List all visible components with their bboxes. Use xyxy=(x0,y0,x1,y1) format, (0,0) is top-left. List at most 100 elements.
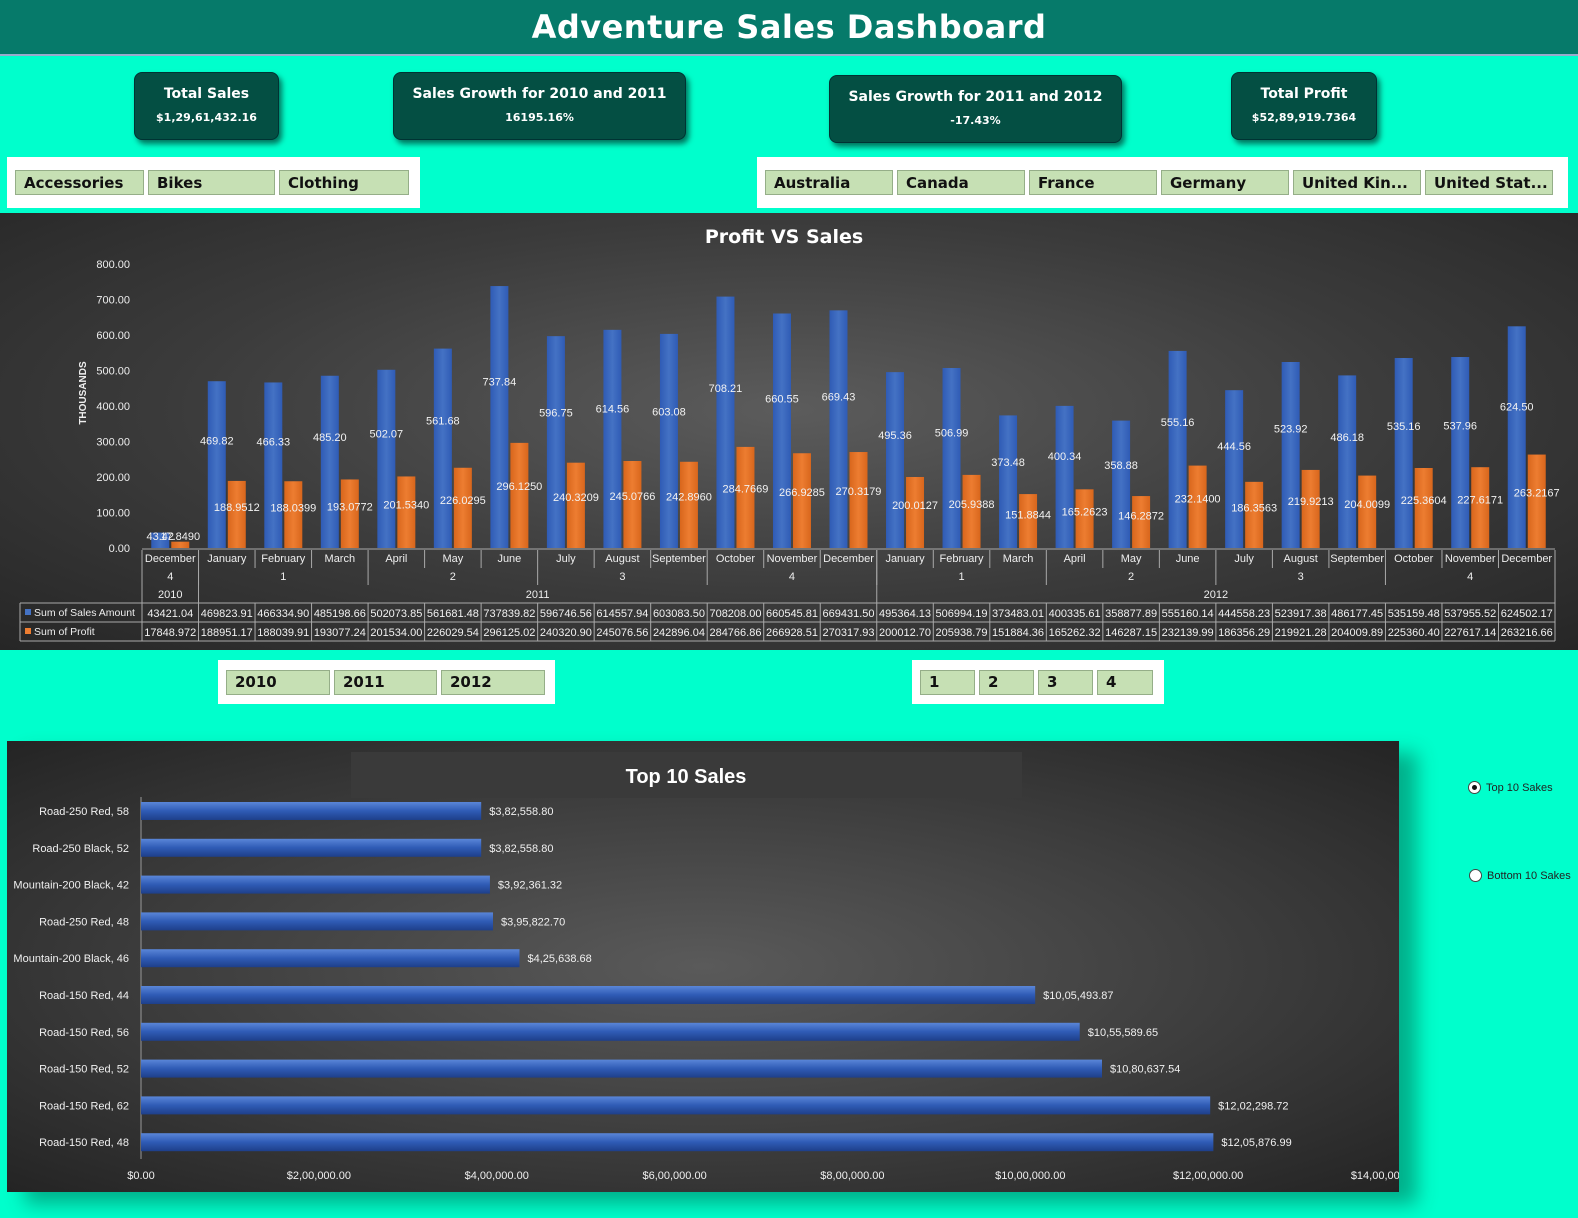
sales-bar xyxy=(264,382,283,548)
table-cell: 201534.00 xyxy=(370,627,422,639)
bar-data-label: $10,55,589.65 xyxy=(1088,1027,1158,1039)
month-tick-label: July xyxy=(1234,553,1254,565)
profit-data-label: 188.0399 xyxy=(270,502,316,514)
sales-bar xyxy=(659,333,678,548)
profit-bar xyxy=(962,474,981,548)
slicer-item-accessories[interactable]: Accessories xyxy=(15,170,144,195)
kpi-growth-2010-2011-label: Sales Growth for 2010 and 2011 xyxy=(412,86,667,102)
profit-data-label: 284.7669 xyxy=(723,483,769,495)
profit-data-label: 242.8960 xyxy=(666,492,712,504)
month-tick-label: June xyxy=(497,553,521,565)
sales-bar xyxy=(1451,357,1470,548)
legend-key xyxy=(25,628,31,634)
slicer-item-2011[interactable]: 2011 xyxy=(334,669,437,695)
sales-bar xyxy=(141,838,482,857)
slicer-item-clothing[interactable]: Clothing xyxy=(279,170,409,195)
category-label: Road-250 Red, 58 xyxy=(39,806,129,818)
slicer-item-q1[interactable]: 1 xyxy=(920,669,975,695)
slicer-item-france[interactable]: France xyxy=(1029,170,1157,195)
slicer-item-united-kingdom[interactable]: United Kin... xyxy=(1293,170,1421,195)
top-10-option[interactable]: Top 10 Sakes xyxy=(1468,781,1553,794)
table-cell: 596746.56 xyxy=(540,608,592,620)
slicer-item-bikes[interactable]: Bikes xyxy=(148,170,275,195)
category-label: Road-150 Red, 48 xyxy=(39,1137,129,1149)
month-tick-label: May xyxy=(1121,553,1142,565)
sales-data-label: 485.20 xyxy=(313,432,347,444)
profit-bar xyxy=(906,476,925,548)
sales-bar xyxy=(1055,405,1074,548)
slicer-item-2012[interactable]: 2012 xyxy=(441,669,545,695)
year-tick-label: 2011 xyxy=(526,589,550,601)
quarter-tick-label: 4 xyxy=(789,571,795,583)
table-cell: 708208.00 xyxy=(709,608,761,620)
table-cell: 263216.66 xyxy=(1501,627,1553,639)
slicer-item-2010[interactable]: 2010 xyxy=(226,669,330,695)
profit-data-label: 227.6171 xyxy=(1457,495,1503,507)
table-cell: 485198.66 xyxy=(314,608,366,620)
sales-data-label: 373.48 xyxy=(991,457,1025,469)
bottom-10-option[interactable]: Bottom 10 Sakes xyxy=(1469,869,1571,882)
sales-data-label: 596.75 xyxy=(539,408,573,420)
y-tick-label: 600.00 xyxy=(96,330,130,342)
top-10-label: Top 10 Sakes xyxy=(1486,781,1553,794)
kpi-total-sales: Total Sales $1,29,61,432.16 xyxy=(134,72,279,140)
bar-data-label: $3,82,558.80 xyxy=(489,843,553,855)
table-series-name: Sum of Profit xyxy=(34,626,95,638)
slicer-item-q2[interactable]: 2 xyxy=(979,669,1034,695)
table-cell: 200012.70 xyxy=(879,627,931,639)
profit-data-label: 225.3604 xyxy=(1401,495,1447,507)
sales-data-label: 523.92 xyxy=(1274,424,1308,436)
sales-data-label: 495.36 xyxy=(878,430,912,442)
sales-data-label: 561.68 xyxy=(426,415,460,427)
quarter-tick-label: 1 xyxy=(280,571,286,583)
bottom-10-radio[interactable] xyxy=(1469,869,1482,882)
chart-title: Profit VS Sales xyxy=(705,226,863,248)
sales-data-label: 466.33 xyxy=(256,436,290,448)
month-tick-label: August xyxy=(605,553,639,565)
profit-vs-sales-chart: Profit VS Sales 0.00 100.00 200.00 300.00 400… xyxy=(0,213,1578,650)
table-cell: 188951.17 xyxy=(201,627,253,639)
profit-data-label: 263.2167 xyxy=(1514,488,1560,500)
legend-key xyxy=(25,609,31,615)
slicer-item-canada[interactable]: Canada xyxy=(897,170,1025,195)
y-tick-label: 800.00 xyxy=(96,259,130,271)
category-label: Road-250 Red, 48 xyxy=(39,916,129,928)
kpi-total-profit-value: $52,89,919.7364 xyxy=(1251,111,1357,124)
profit-bar xyxy=(1188,465,1207,548)
month-tick-label: September xyxy=(652,553,706,565)
profit-data-label: 240.3209 xyxy=(553,492,599,504)
profit-bar xyxy=(1245,481,1264,548)
kpi-growth-2010-2011: Sales Growth for 2010 and 2011 16195.16% xyxy=(393,72,686,140)
sales-bar xyxy=(141,1059,1102,1078)
sales-bar xyxy=(141,1096,1211,1115)
kpi-growth-2010-2011-value: 16195.16% xyxy=(505,111,574,124)
table-cell: 165262.32 xyxy=(1049,627,1101,639)
top-10-sales-chart: Top 10 Sales Road-250 Red, 58 $3,82,558.80… xyxy=(7,741,1399,1192)
profit-data-label: 146.2872 xyxy=(1118,510,1164,522)
slicer-item-australia[interactable]: Australia xyxy=(765,170,893,195)
sales-data-label: 400.34 xyxy=(1048,451,1082,463)
month-tick-label: July xyxy=(556,553,576,565)
table-cell: 561681.48 xyxy=(427,608,479,620)
month-tick-label: October xyxy=(1394,553,1433,565)
y-tick-label: 0.00 xyxy=(109,543,130,555)
sales-bar xyxy=(886,372,905,548)
slicer-item-germany[interactable]: Germany xyxy=(1161,170,1289,195)
quarter-tick-label: 4 xyxy=(167,571,173,583)
category-label: Mountain-200 Black, 46 xyxy=(13,953,129,965)
slicer-item-q3[interactable]: 3 xyxy=(1038,669,1093,695)
table-cell: 245076.56 xyxy=(596,627,648,639)
profit-data-label: 204.0099 xyxy=(1344,499,1390,511)
profit-bar xyxy=(284,481,303,548)
sales-data-label: 444.56 xyxy=(1217,441,1251,453)
profit-data-label: 296.1250 xyxy=(496,481,542,493)
slicer-item-united-states[interactable]: United Stat... xyxy=(1425,170,1553,195)
table-cell: 270317.93 xyxy=(823,627,875,639)
sales-bar xyxy=(1168,350,1187,548)
table-series-name: Sum of Sales Amount xyxy=(34,607,135,619)
top-10-radio[interactable] xyxy=(1468,781,1481,794)
slicer-item-q4[interactable]: 4 xyxy=(1097,669,1153,695)
month-tick-label: April xyxy=(385,553,407,565)
profit-data-label: 17.8490 xyxy=(160,531,200,543)
bar-data-label: $12,05,876.99 xyxy=(1221,1137,1291,1149)
